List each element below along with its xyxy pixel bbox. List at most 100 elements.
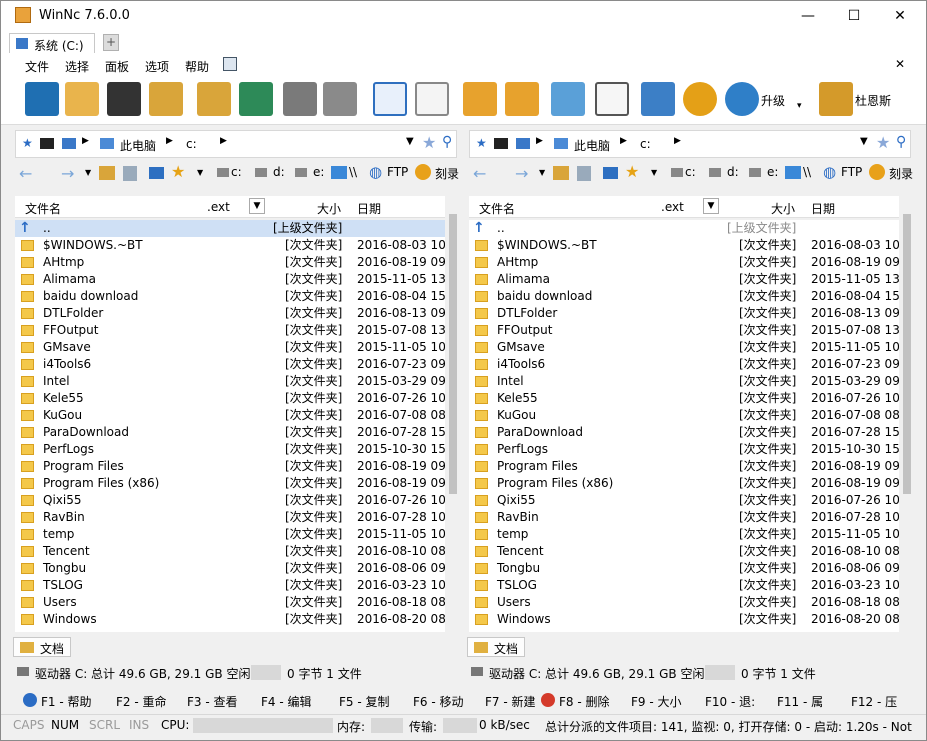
parent-folder-row[interactable]: ↑.. [上级文件夹] [15, 220, 445, 237]
drive-ftp[interactable]: FTP [841, 165, 862, 179]
f7-new[interactable]: F7 - 新建 [485, 693, 536, 710]
user-name[interactable]: 杜恩斯 [855, 92, 891, 109]
upgrade-label[interactable]: 升级 [761, 92, 785, 109]
col-name[interactable]: 文件名 [25, 200, 61, 217]
lock-icon[interactable] [463, 82, 497, 116]
pin-icon[interactable]: ★ [476, 136, 487, 150]
binoculars-icon[interactable] [107, 82, 141, 116]
file-row[interactable]: Kele55 [次文件夹] 2016-07-26 10:57 [15, 390, 445, 407]
forward-arrow-icon[interactable]: → [515, 164, 528, 183]
file-row[interactable]: Tencent [次文件夹] 2016-08-10 08:12 [469, 543, 899, 560]
address-bar[interactable]: ★ ▶ 此电脑 ▶ c: ▶ ▼ ★ ⚲ [469, 130, 911, 158]
col-size[interactable]: 大小 [317, 200, 341, 217]
close-toolbar-icon[interactable]: ✕ [895, 57, 905, 71]
maximize-button[interactable]: ☐ [831, 1, 877, 31]
col-date[interactable]: 日期 [811, 200, 835, 217]
file-row[interactable]: PerfLogs [次文件夹] 2015-10-30 15:24 [469, 441, 899, 458]
network-computer-icon[interactable] [239, 82, 273, 116]
file-row[interactable]: ParaDownload [次文件夹] 2016-07-28 15:35 [15, 424, 445, 441]
scroll-thumb[interactable] [903, 214, 911, 494]
file-list[interactable]: ↑.. [上级文件夹] $WINDOWS.~BT [次文件夹] 2016-08-03 1… [15, 220, 445, 632]
mail-icon[interactable] [283, 82, 317, 116]
file-row[interactable]: temp [次文件夹] 2015-11-05 10:01 [469, 526, 899, 543]
menu-options[interactable]: 选项 [145, 58, 169, 75]
history-dropdown-icon[interactable]: ▼ [860, 136, 868, 147]
folder-sync-icon[interactable] [149, 82, 183, 116]
menu-help[interactable]: 帮助 [185, 58, 209, 75]
image-viewer-icon[interactable] [551, 82, 585, 116]
close-button[interactable]: ✕ [877, 1, 923, 31]
documents-tab[interactable]: 文档 [13, 637, 71, 657]
menu-panel[interactable]: 面板 [105, 58, 129, 75]
file-row[interactable]: Windows [次文件夹] 2016-08-20 08:51 [469, 611, 899, 628]
f9-size[interactable]: F9 - 大小 [631, 693, 682, 710]
f5-copy[interactable]: F5 - 复制 [339, 693, 390, 710]
add-tab-button[interactable]: + [103, 34, 119, 51]
drive-e[interactable]: e: [767, 165, 778, 179]
f1-help[interactable]: F1 - 帮助 [41, 693, 92, 710]
file-row[interactable]: RavBin [次文件夹] 2016-07-28 10:44 [469, 509, 899, 526]
file-row[interactable]: Alimama [次文件夹] 2015-11-05 13:36 [469, 271, 899, 288]
col-ext[interactable]: .ext [661, 200, 684, 214]
file-row[interactable]: Users [次文件夹] 2016-08-18 08:55 [15, 594, 445, 611]
file-row[interactable]: Alimama [次文件夹] 2015-11-05 13:36 [15, 271, 445, 288]
search-icon[interactable]: ⚲ [896, 134, 906, 150]
file-row[interactable]: Intel [次文件夹] 2015-03-29 09:31 [15, 373, 445, 390]
menu-file[interactable]: 文件 [25, 58, 49, 75]
file-row[interactable]: GMsave [次文件夹] 2015-11-05 10:01 [15, 339, 445, 356]
file-row[interactable]: i4Tools6 [次文件夹] 2016-07-23 09:33 [469, 356, 899, 373]
cmd-prompt-icon[interactable] [25, 82, 59, 116]
scrollbar[interactable] [901, 196, 913, 632]
file-row[interactable]: KuGou [次文件夹] 2016-07-08 08:16 [469, 407, 899, 424]
edit-document-icon[interactable] [641, 82, 675, 116]
drive-unc[interactable]: \\ [349, 165, 357, 179]
file-row[interactable]: baidu download [次文件夹] 2016-08-04 15:38 [15, 288, 445, 305]
drive-c[interactable]: c: [685, 165, 696, 179]
nav-dropdown-icon[interactable]: ▼ [539, 168, 545, 177]
file-row[interactable]: ParaDownload [次文件夹] 2016-07-28 15:35 [469, 424, 899, 441]
folder-up-icon[interactable] [99, 166, 115, 180]
file-row[interactable]: AHtmp [次文件夹] 2016-08-19 09:51 [15, 254, 445, 271]
f11-properties[interactable]: F11 - 属 [777, 693, 823, 710]
path-pc[interactable]: 此电脑 [120, 137, 156, 154]
drive-d[interactable]: d: [727, 165, 739, 179]
file-row[interactable]: FFOutput [次文件夹] 2015-07-08 13:53 [469, 322, 899, 339]
file-list[interactable]: ↑.. [上级文件夹] $WINDOWS.~BT [次文件夹] 2016-08-03 1… [469, 220, 899, 632]
upgrade-dropdown-icon[interactable]: ▾ [797, 101, 802, 111]
path-drive[interactable]: c: [186, 137, 197, 151]
drive-c[interactable]: c: [231, 165, 242, 179]
file-row[interactable]: PerfLogs [次文件夹] 2015-10-30 15:24 [15, 441, 445, 458]
path-drive[interactable]: c: [640, 137, 651, 151]
pin-icon[interactable]: ★ [22, 136, 33, 150]
back-arrow-icon[interactable]: ← [19, 164, 32, 183]
unlock-icon[interactable] [505, 82, 539, 116]
drive-burn[interactable]: 刻录 [889, 165, 913, 182]
file-row[interactable]: Qixi55 [次文件夹] 2016-07-26 10:53 [15, 492, 445, 509]
file-row[interactable]: Program Files [次文件夹] 2016-08-19 09:37 [15, 458, 445, 475]
split-panels-icon[interactable] [373, 82, 407, 116]
f3-view[interactable]: F3 - 查看 [187, 693, 238, 710]
drive-unc[interactable]: \\ [803, 165, 811, 179]
forward-arrow-icon[interactable]: → [61, 164, 74, 183]
ext-dropdown-icon[interactable]: ▼ [249, 198, 265, 214]
drive-ftp[interactable]: FTP [387, 165, 408, 179]
file-row[interactable]: Intel [次文件夹] 2015-03-29 09:31 [469, 373, 899, 390]
path-pc[interactable]: 此电脑 [574, 137, 610, 154]
file-row[interactable]: DTLFolder [次文件夹] 2016-08-13 09:47 [469, 305, 899, 322]
tab-system-c[interactable]: 系统 (C:) [9, 33, 95, 53]
file-row[interactable]: Program Files [次文件夹] 2016-08-19 09:37 [469, 458, 899, 475]
help-calendar-icon[interactable] [223, 57, 237, 71]
file-row[interactable]: KuGou [次文件夹] 2016-07-08 08:16 [15, 407, 445, 424]
user-avatar[interactable] [819, 82, 853, 116]
file-row[interactable]: Users [次文件夹] 2016-08-18 08:55 [469, 594, 899, 611]
f12-compress[interactable]: F12 - 压 [851, 693, 897, 710]
file-row[interactable]: TSLOG [次文件夹] 2016-03-23 10:46 [15, 577, 445, 594]
f8-delete[interactable]: F8 - 删除 [559, 693, 610, 710]
file-row[interactable]: Qixi55 [次文件夹] 2016-07-26 10:53 [469, 492, 899, 509]
folder-up-icon[interactable] [553, 166, 569, 180]
file-row[interactable]: GMsave [次文件夹] 2015-11-05 10:01 [469, 339, 899, 356]
file-row[interactable]: Tongbu [次文件夹] 2016-08-06 09:33 [15, 560, 445, 577]
minimize-button[interactable]: — [785, 1, 831, 31]
favorite-star-icon[interactable]: ★ [876, 133, 890, 152]
back-arrow-icon[interactable]: ← [473, 164, 486, 183]
